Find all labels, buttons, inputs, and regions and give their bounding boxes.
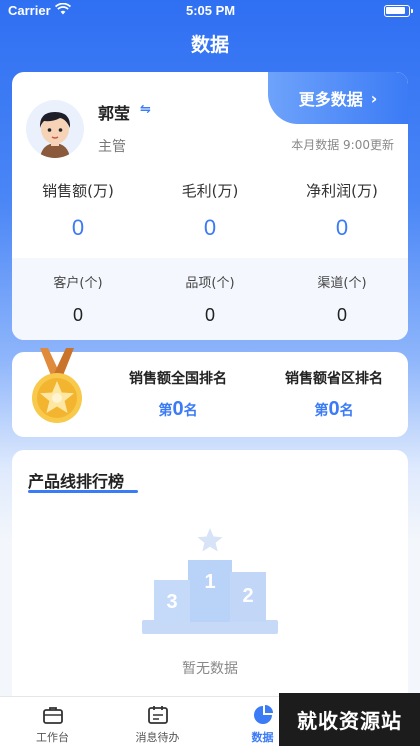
user-role: 主管	[98, 139, 126, 155]
title-underline	[28, 490, 138, 493]
wifi-icon	[54, 2, 72, 19]
pie-chart-icon	[252, 705, 274, 725]
stat-channels[interactable]: 渠道(个) 0	[276, 272, 408, 326]
tab-label: 消息待办	[135, 731, 180, 744]
switch-icon[interactable]: ⇋	[140, 102, 151, 117]
battery-icon	[384, 5, 413, 17]
province-rank[interactable]: 销售额省区排名 第0名	[274, 368, 394, 421]
primary-stats: 销售额(万) 0 毛利(万) 0 净利润(万) 0	[12, 180, 408, 241]
update-note: 本月数据 9:00更新	[291, 138, 394, 152]
status-bar: Carrier 5:05 PM	[0, 0, 420, 22]
province-rank-value: 第0名	[314, 398, 354, 420]
stat-value: 0	[72, 305, 83, 325]
tab-label: 工作台	[36, 731, 69, 744]
stat-net-profit[interactable]: 净利润(万) 0	[276, 180, 408, 241]
stat-label: 客户(个)	[53, 276, 103, 291]
carrier-label: Carrier	[8, 3, 51, 18]
user-name: 郭莹	[98, 104, 131, 123]
stat-gross-profit[interactable]: 毛利(万) 0	[144, 180, 276, 241]
stat-label: 毛利(万)	[181, 182, 239, 200]
tab-messages[interactable]: 消息待办	[105, 697, 210, 746]
tab-label: 数据	[251, 731, 274, 744]
stat-items[interactable]: 品项(个) 0	[144, 272, 276, 326]
stat-label: 净利润(万)	[306, 182, 378, 200]
national-rank-value: 第0名	[158, 398, 198, 420]
clock: 5:05 PM	[186, 3, 236, 18]
watermark: 就收资源站	[279, 693, 420, 746]
svg-text:1: 1	[204, 571, 215, 593]
podium-icon: 1 3 2	[142, 528, 278, 640]
more-data-label: 更多数据	[298, 90, 363, 109]
page-title: 数据	[190, 34, 229, 56]
profile-card: 更多数据 › 郭莹 ⇋ 主管 本月数据 9:00更新 销售额(万) 0 毛利(万…	[12, 72, 408, 340]
province-rank-title: 销售额省区排名	[285, 371, 383, 387]
stat-value: 0	[71, 215, 85, 240]
empty-state-text: 暂无数据	[182, 661, 238, 677]
product-ranking-title: 产品线排行榜	[28, 472, 125, 491]
briefcase-icon	[42, 705, 64, 725]
calendar-icon	[147, 705, 169, 725]
ranking-card: 销售额全国排名 第0名 销售额省区排名 第0名	[12, 348, 408, 437]
stat-value: 0	[335, 215, 349, 240]
secondary-stats: 客户(个) 0 品项(个) 0 渠道(个) 0	[12, 272, 408, 326]
svg-text:3: 3	[166, 591, 177, 613]
national-rank[interactable]: 销售额全国排名 第0名	[118, 368, 238, 421]
stat-value: 0	[336, 305, 347, 325]
stat-label: 销售额(万)	[42, 182, 114, 200]
more-data-button[interactable]: 更多数据 ›	[268, 72, 408, 124]
svg-text:2: 2	[242, 585, 253, 607]
medal-icon	[24, 348, 90, 428]
product-ranking-card: 产品线排行榜 1 3 2 暂无数据	[12, 450, 408, 710]
chevron-right-icon: ›	[370, 88, 378, 108]
national-rank-title: 销售额全国排名	[129, 371, 227, 387]
stat-customers[interactable]: 客户(个) 0	[12, 272, 144, 326]
stat-label: 品项(个)	[185, 276, 235, 291]
stat-label: 渠道(个)	[317, 276, 367, 291]
stat-value: 0	[203, 215, 217, 240]
avatar[interactable]	[26, 100, 84, 158]
tab-workbench[interactable]: 工作台	[0, 697, 105, 746]
stat-sales[interactable]: 销售额(万) 0	[12, 180, 144, 241]
stat-value: 0	[204, 305, 215, 325]
